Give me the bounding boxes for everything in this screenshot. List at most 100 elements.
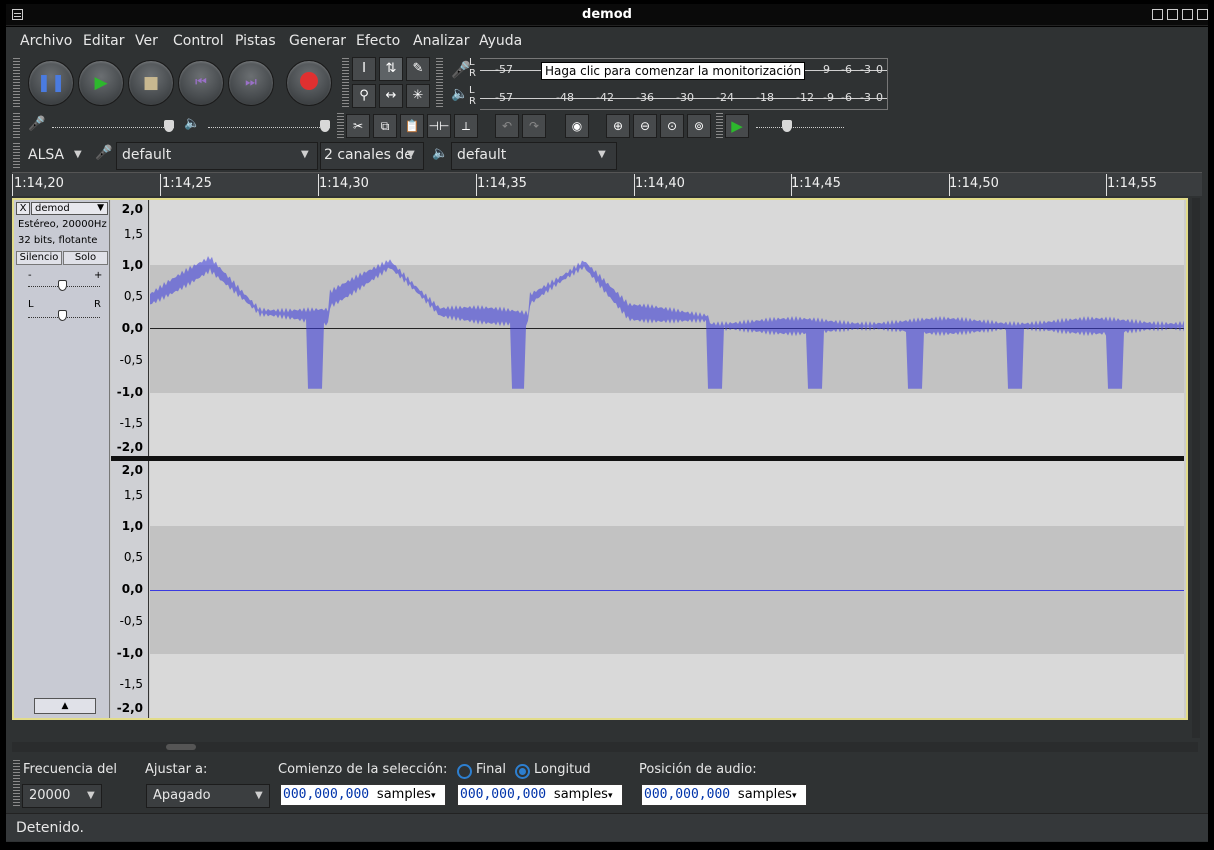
rec-meter-r: R [469, 68, 476, 79]
track-close-button[interactable]: X [16, 202, 30, 215]
channels-dropdown-icon[interactable]: ▼ [407, 149, 415, 160]
menu-ver[interactable]: Ver [135, 33, 158, 49]
device-grip[interactable] [13, 143, 20, 169]
tools-grip[interactable] [342, 58, 349, 108]
waveform-right-channel[interactable] [150, 461, 1184, 718]
rec-volume-knob[interactable] [164, 120, 174, 132]
menu-pistas[interactable]: Pistas [235, 33, 276, 49]
menu-efecto[interactable]: Efecto [356, 33, 400, 49]
menu-archivo[interactable]: Archivo [20, 33, 72, 49]
host-select[interactable]: ALSA [28, 147, 64, 163]
collapse-track-button[interactable]: ▲ [34, 698, 96, 714]
rate-dropdown-icon: ▼ [87, 790, 95, 801]
timeshift-tool-icon[interactable]: ↔ [379, 84, 403, 108]
play-device-dropdown-icon[interactable]: ▼ [598, 149, 606, 160]
maximize-icon[interactable] [1152, 9, 1163, 20]
selection-grip[interactable] [13, 760, 20, 808]
envelope-tool-icon[interactable]: ⇅ [379, 57, 403, 81]
rec-volume-slider[interactable] [52, 127, 174, 128]
horizontal-scroll-thumb[interactable] [166, 744, 196, 750]
edit-grip[interactable] [337, 113, 344, 139]
status-bar: Detenido. [6, 813, 1208, 841]
vruler-label: -2,0 [116, 701, 143, 715]
draw-tool-icon[interactable]: ✎ [406, 57, 430, 81]
pause-button[interactable]: ❚❚ [28, 60, 74, 106]
audio-position-field[interactable]: 000,000,000 samples▾ [641, 784, 807, 806]
play-scale-3: -3 [860, 91, 871, 104]
length-radio[interactable] [515, 764, 530, 779]
zoom-tool-icon[interactable]: ⚲ [352, 84, 376, 108]
end-radio[interactable] [457, 764, 472, 779]
skip-end-button[interactable]: ⏭ [228, 60, 274, 106]
menu-analizar[interactable]: Analizar [413, 33, 470, 49]
fit-project-icon[interactable]: ⊚ [687, 114, 711, 138]
play-volume-slider[interactable] [208, 127, 330, 128]
meter-grip[interactable] [436, 58, 443, 108]
restore-icon[interactable] [1182, 9, 1193, 20]
project-rate-select[interactable]: 20000 ▼ [22, 784, 102, 808]
rec-device-dropdown-icon[interactable]: ▼ [301, 149, 309, 160]
skip-start-button[interactable]: ⏮ [178, 60, 224, 106]
selection-start-field[interactable]: 000,000,000 samples▾ [280, 784, 446, 806]
window-title: demod [582, 7, 632, 22]
audio-position-value: 000,000,000 [644, 787, 731, 802]
mute-button[interactable]: Silencio [16, 251, 62, 265]
play-volume-knob[interactable] [320, 120, 330, 132]
vertical-scrollbar[interactable] [1192, 198, 1200, 738]
stop-button[interactable]: ■ [128, 60, 174, 106]
host-dropdown-icon[interactable]: ▼ [74, 149, 82, 160]
selection-start-label: Comienzo de la selección: [278, 762, 448, 777]
cut-preview-icon[interactable]: ✂ [346, 114, 370, 138]
vruler-label: 0,5 [123, 550, 143, 564]
play-meter-icon[interactable]: 🔈 [451, 86, 468, 102]
menu-control[interactable]: Control [173, 33, 224, 49]
play-button[interactable]: ▶ [78, 60, 124, 106]
track-name-menu[interactable]: demod ▼ [31, 202, 108, 215]
silence-icon[interactable]: ⟂ [454, 114, 478, 138]
vruler-label: -1,0 [116, 385, 143, 399]
timeline-ruler[interactable]: 1:14,20 1:14,25 1:14,30 1:14,35 1:14,40 … [12, 172, 1202, 196]
gain-plus-label: + [94, 270, 103, 281]
record-meter-icon[interactable]: 🎤 [451, 60, 471, 79]
track-name: demod [35, 203, 70, 214]
solo-button[interactable]: Solo [63, 251, 108, 265]
transport-grip[interactable] [13, 58, 20, 108]
vruler-label: 1,0 [121, 258, 143, 272]
selection-tool-icon[interactable]: I [352, 57, 376, 81]
fit-selection-icon[interactable]: ⊙ [660, 114, 684, 138]
minimize-icon[interactable] [1167, 9, 1178, 20]
play-at-speed-grip[interactable] [716, 113, 723, 139]
vruler-label: 0,0 [121, 582, 143, 596]
redo-icon[interactable]: ↷ [522, 114, 546, 138]
gain-knob[interactable] [58, 280, 67, 291]
menu-generar[interactable]: Generar [289, 33, 346, 49]
zoom-in-icon[interactable]: ⊕ [606, 114, 630, 138]
waveform-left-channel[interactable] [150, 200, 1184, 456]
play-scale-18: -18 [756, 91, 774, 104]
menu-editar[interactable]: Editar [83, 33, 124, 49]
selection-end-value: 000,000,000 [460, 787, 547, 802]
play-speed-slider[interactable] [756, 127, 844, 128]
play-speed-knob[interactable] [782, 120, 792, 132]
close-window-icon[interactable] [1197, 9, 1208, 20]
ruler-label: 1:14,50 [949, 176, 999, 191]
pan-knob[interactable] [58, 310, 67, 321]
trim-icon[interactable]: ⊣⊢ [427, 114, 451, 138]
ruler-tick [318, 174, 319, 196]
menu-ayuda[interactable]: Ayuda [479, 33, 522, 49]
paste-icon[interactable]: 📋 [400, 114, 424, 138]
zoom-out-icon[interactable]: ⊖ [633, 114, 657, 138]
multi-tool-icon[interactable]: ✳ [406, 84, 430, 108]
play-scale-30: -30 [676, 91, 694, 104]
undo-icon[interactable]: ↶ [495, 114, 519, 138]
record-button[interactable] [286, 60, 332, 106]
mixer-grip[interactable] [13, 113, 20, 139]
snap-select[interactable]: Apagado ▼ [146, 784, 270, 808]
ruler-tick [791, 174, 792, 196]
sync-lock-icon[interactable]: ◉ [565, 114, 589, 138]
copy-icon[interactable]: ⧉ [373, 114, 397, 138]
rec-meter-l: L [469, 57, 475, 68]
play-at-speed-icon[interactable]: ▶ [725, 114, 749, 138]
rate-label: Frecuencia del [23, 762, 117, 777]
selection-end-field[interactable]: 000,000,000 samples▾ [457, 784, 623, 806]
